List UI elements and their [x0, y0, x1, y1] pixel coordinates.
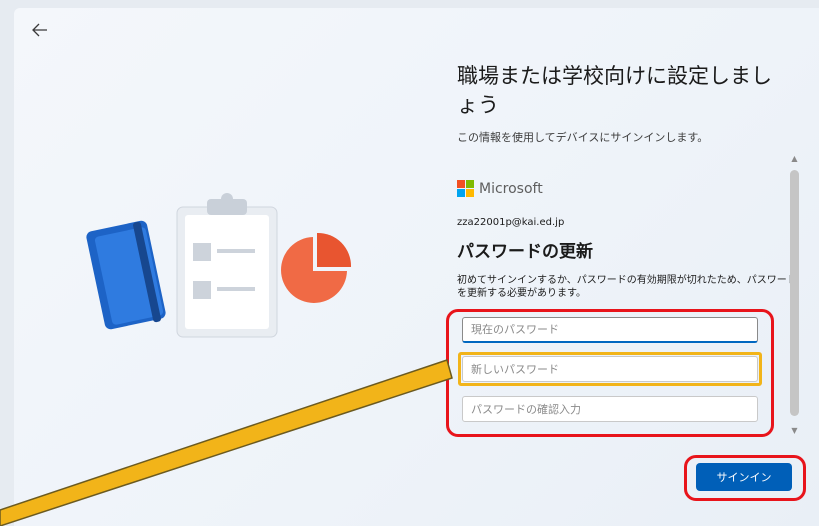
pointer-arrow — [0, 359, 453, 526]
